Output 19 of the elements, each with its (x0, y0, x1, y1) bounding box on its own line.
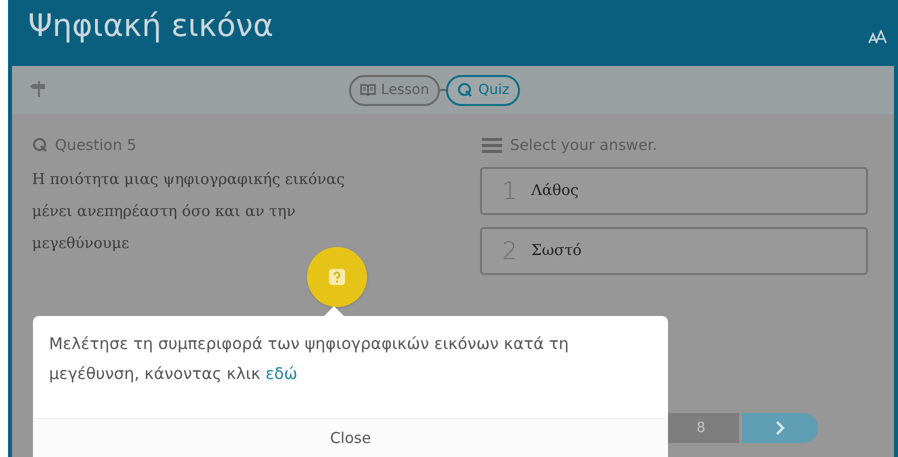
question-icon (328, 268, 346, 286)
question-label: Question 5 (55, 135, 136, 156)
font-size-icon (868, 30, 888, 44)
list-icon (482, 137, 502, 154)
option-text: Σωστό (531, 240, 582, 262)
chevron-right-icon (775, 420, 785, 436)
answer-prompt: Select your answer. (510, 135, 658, 156)
magnifier-icon (457, 82, 474, 98)
close-button[interactable]: Close (33, 418, 668, 457)
option-text: Λάθος (531, 180, 579, 202)
here-link[interactable]: εδώ (266, 364, 298, 383)
question-text: Η ποιότητα μιας ψηφιογραφικής εικόνας μένει ανεπηρέαστη όσο και αν την μεγεθύνουμε (32, 168, 346, 254)
popup-message: Μελέτησε τη συμπεριφορά των ψηφιογραφικών εικόνων κατά τη μεγέθυνση, κάνοντας κλικ εδώ (48, 333, 570, 385)
magnifier-icon (32, 137, 48, 154)
window-title: Ψηφιακή εικόνα (28, 8, 274, 44)
tab[interactable]: Quiz (446, 74, 520, 106)
book-icon (360, 83, 376, 97)
signpost-icon (30, 80, 48, 98)
tab[interactable]: Lesson (349, 74, 440, 106)
